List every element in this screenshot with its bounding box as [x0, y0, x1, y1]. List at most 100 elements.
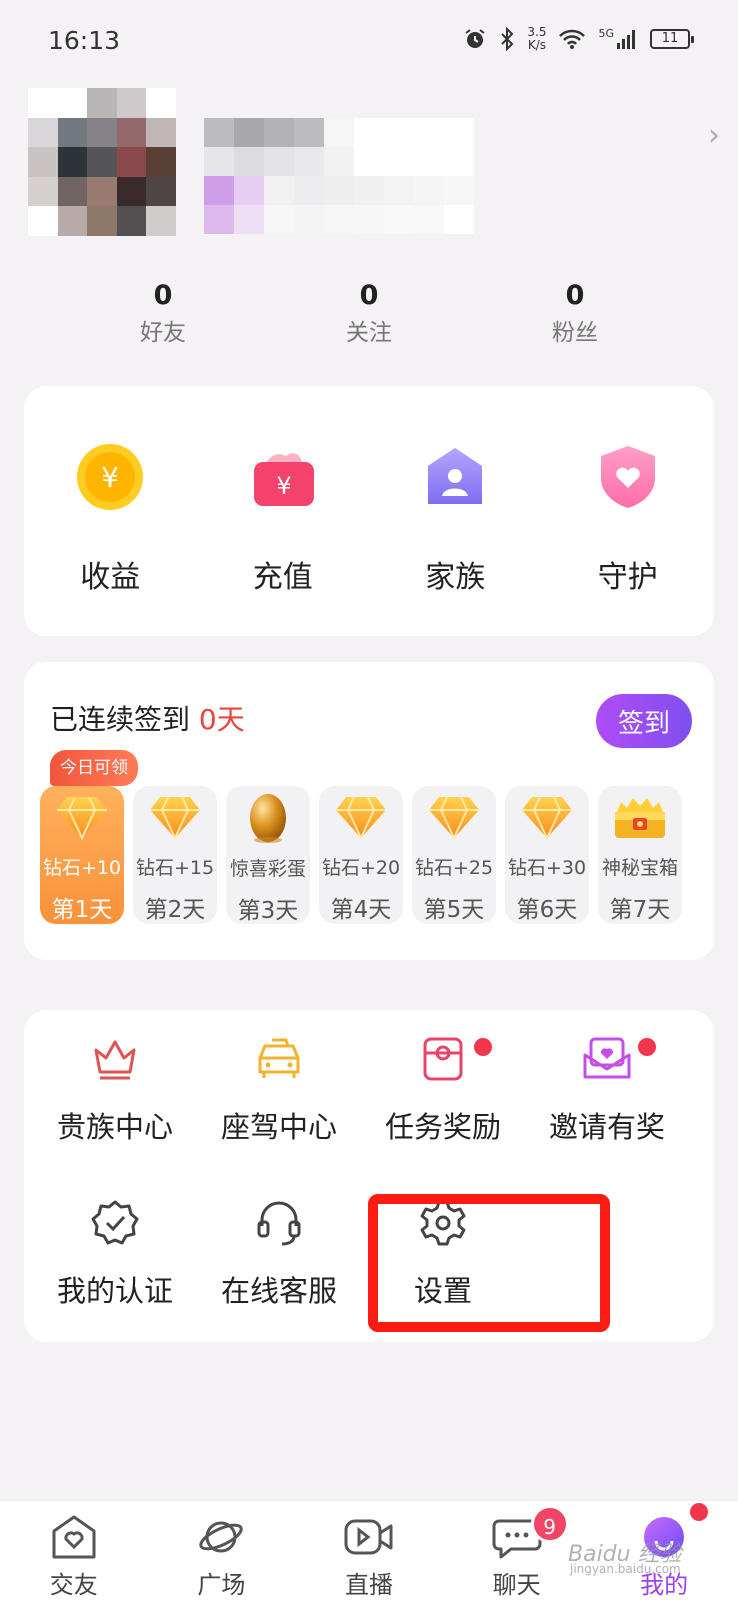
- day-reward: 惊喜彩蛋: [229, 858, 306, 880]
- name-pixel: [204, 147, 234, 176]
- tool-label: 座驾中心: [220, 1110, 337, 1144]
- name-pixel: [384, 147, 414, 176]
- checkin-day-7[interactable]: 神秘宝箱 第7天: [598, 786, 682, 924]
- tab-chat[interactable]: 9 聊天: [457, 1501, 577, 1600]
- tool-verified-badge[interactable]: 我的认证: [30, 1196, 200, 1310]
- svg-text:¥: ¥: [276, 472, 291, 500]
- day-number: 第5天: [423, 897, 485, 923]
- name-pixel: [264, 118, 294, 147]
- day-reward: 神秘宝箱: [601, 857, 678, 879]
- tool-task-reward[interactable]: 任务奖励: [358, 1032, 528, 1146]
- name-pixel: [414, 205, 444, 234]
- day-reward: 钻石+20: [321, 857, 401, 879]
- tab-square[interactable]: 广场: [161, 1501, 281, 1600]
- day-reward: 钻石+25: [414, 857, 494, 879]
- verified-badge-icon: [90, 1196, 140, 1250]
- avatar-pixel: [28, 176, 58, 207]
- avatar-pixel: [146, 88, 176, 118]
- family-icon: [428, 448, 483, 504]
- name-pixel: [354, 147, 384, 176]
- stat-value: 0: [359, 280, 379, 311]
- name-pixel: [324, 205, 354, 234]
- wallet-item-family[interactable]: 家族: [385, 442, 525, 636]
- stat-following[interactable]: 0 关注: [309, 280, 429, 350]
- avatar-pixel: [116, 176, 147, 207]
- stat-fans[interactable]: 0 粉丝: [515, 280, 635, 350]
- avatar-pixel: [28, 147, 58, 177]
- name-pixel: [294, 176, 324, 205]
- name-pixel: [234, 176, 264, 205]
- name-pixel: [414, 147, 444, 176]
- avatar-pixel: [57, 117, 88, 148]
- avatar-pixel: [87, 88, 117, 118]
- tool-crown[interactable]: 贵族中心: [30, 1032, 200, 1146]
- signal-icon: [617, 30, 635, 49]
- avatar-pixel: [57, 176, 88, 207]
- heart-house-icon: [52, 1515, 96, 1559]
- chevron-right-icon[interactable]: ›: [708, 118, 720, 153]
- battery-indicator: 11: [650, 29, 694, 49]
- crown-icon: [90, 1032, 140, 1086]
- checkin-button[interactable]: 签到: [596, 694, 692, 748]
- avatar-pixel: [146, 117, 176, 148]
- checkin-day-1[interactable]: 钻石+10 第1天: [40, 786, 124, 924]
- stat-friends[interactable]: 0 好友: [103, 280, 223, 350]
- name-pixel: [324, 118, 354, 147]
- avatar-pixel: [146, 176, 176, 207]
- wallet-label: 家族: [425, 560, 486, 595]
- tool-label: 在线客服: [220, 1274, 337, 1308]
- name-pixel: [234, 118, 264, 147]
- name-pixel: [324, 176, 354, 205]
- name-pixel: [294, 118, 324, 147]
- day-number: 第4天: [330, 897, 392, 923]
- day-number: 第3天: [237, 898, 299, 924]
- avatar-pixel: [28, 88, 58, 118]
- avatar-pixel: [116, 147, 147, 177]
- stat-label: 好友: [140, 320, 186, 346]
- wallet-item-recharge[interactable]: ¥ 充值: [213, 442, 353, 636]
- checkin-day-5[interactable]: 钻石+25 第5天: [412, 786, 496, 924]
- treasure-chest-icon: [611, 790, 669, 843]
- tool-label: 我的认证: [56, 1274, 173, 1308]
- tool-headset[interactable]: 在线客服: [194, 1196, 364, 1310]
- tool-invite-envelope[interactable]: 邀请有奖: [522, 1032, 692, 1146]
- stat-label: 关注: [346, 320, 392, 346]
- tab-label: 交友: [49, 1571, 98, 1599]
- day-number: 第2天: [144, 897, 206, 923]
- wallet-icon: ¥: [253, 453, 314, 506]
- today-claimable-tag: 今日可领: [50, 750, 138, 786]
- name-pixel: [264, 205, 294, 234]
- net-speed: 3.5 K/s: [527, 25, 547, 52]
- profile-header[interactable]: ›: [0, 84, 738, 254]
- status-icons: 3.5 K/s 5G 11: [463, 25, 694, 52]
- avatar[interactable]: [28, 88, 176, 236]
- tab-live[interactable]: 直播: [309, 1501, 429, 1600]
- name-pixel: [234, 147, 264, 176]
- checkin-day-6[interactable]: 钻石+30 第6天: [505, 786, 589, 924]
- name-pixel: [384, 176, 414, 205]
- tool-car[interactable]: 座驾中心: [194, 1032, 364, 1146]
- task-reward-icon: [420, 1032, 466, 1086]
- diamond-icon: [334, 790, 388, 843]
- wallet-label: 守护: [597, 560, 658, 595]
- tool-label: 贵族中心: [56, 1110, 173, 1144]
- status-bar: 16:13 3.5 K/s 5G 11: [0, 0, 738, 84]
- checkin-day-2[interactable]: 钻石+15 第2天: [133, 786, 217, 924]
- notification-dot: [474, 1038, 492, 1056]
- avatar-pixel: [57, 88, 88, 118]
- checkin-day-4[interactable]: 钻石+20 第4天: [319, 786, 403, 924]
- watermark-sub: jingyan.baidu.com: [570, 1562, 681, 1576]
- wallet-item-earnings[interactable]: ¥ 收益: [40, 442, 180, 636]
- day-reward: 钻石+10: [42, 857, 122, 879]
- checkin-title: 已连续签到 0天: [50, 703, 245, 736]
- tab-make-friends[interactable]: 交友: [14, 1501, 134, 1600]
- stat-value: 0: [565, 280, 585, 311]
- avatar-pixel: [87, 206, 117, 236]
- wallet-item-guard[interactable]: 守护: [558, 442, 698, 636]
- wifi-icon: [559, 29, 586, 49]
- checkin-day-3[interactable]: 惊喜彩蛋第3天: [226, 786, 310, 924]
- name-pixel: [444, 147, 474, 176]
- avatar-pixel: [28, 206, 58, 236]
- avatar-pixel: [146, 147, 176, 177]
- stat-label: 粉丝: [552, 320, 598, 346]
